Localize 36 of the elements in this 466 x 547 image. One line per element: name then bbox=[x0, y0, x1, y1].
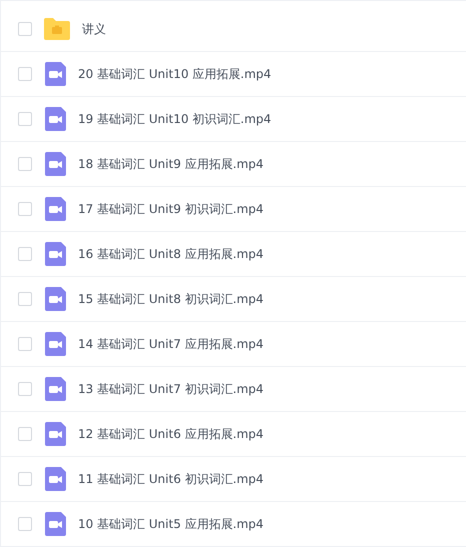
file-name[interactable]: 19 基础词汇 Unit10 初识词汇.mp4 bbox=[78, 110, 272, 128]
checkbox[interactable] bbox=[18, 22, 32, 36]
file-name[interactable]: 20 基础词汇 Unit10 应用拓展.mp4 bbox=[78, 66, 272, 82]
file-name[interactable]: 18 基础词汇 Unit9 应用拓展.mp4 bbox=[78, 156, 264, 172]
file-name[interactable]: 10 基础词汇 Unit5 应用拓展.mp4 bbox=[78, 516, 264, 532]
checkbox[interactable] bbox=[18, 382, 32, 396]
video-file-icon bbox=[45, 512, 66, 536]
file-name[interactable]: 17 基础词汇 Unit9 初识词汇.mp4 bbox=[78, 200, 264, 218]
video-file-icon bbox=[45, 152, 66, 176]
checkbox[interactable] bbox=[18, 517, 32, 531]
video-file-icon bbox=[45, 197, 66, 221]
file-name[interactable]: 11 基础词汇 Unit6 初识词汇.mp4 bbox=[78, 470, 264, 488]
video-file-icon bbox=[45, 242, 66, 266]
checkbox[interactable] bbox=[18, 157, 32, 171]
video-file-icon bbox=[45, 467, 66, 491]
checkbox[interactable] bbox=[18, 472, 32, 486]
file-name[interactable]: 16 基础词汇 Unit8 应用拓展.mp4 bbox=[78, 246, 264, 262]
checkbox[interactable] bbox=[18, 202, 32, 216]
video-file-icon bbox=[45, 422, 66, 446]
checkbox[interactable] bbox=[18, 67, 32, 81]
video-file-icon bbox=[45, 377, 66, 401]
folder-icon bbox=[44, 18, 70, 40]
file-name[interactable]: 讲义 bbox=[82, 20, 106, 38]
file-name[interactable]: 12 基础词汇 Unit6 应用拓展.mp4 bbox=[78, 426, 264, 442]
file-name[interactable]: 15 基础词汇 Unit8 初识词汇.mp4 bbox=[78, 290, 264, 308]
file-name[interactable]: 13 基础词汇 Unit7 初识词汇.mp4 bbox=[78, 380, 264, 398]
checkbox[interactable] bbox=[18, 292, 32, 306]
checkbox[interactable] bbox=[18, 247, 32, 261]
video-file-icon bbox=[45, 107, 66, 131]
video-file-icon bbox=[45, 62, 66, 86]
checkbox[interactable] bbox=[18, 337, 32, 351]
checkbox[interactable] bbox=[18, 427, 32, 441]
checkbox[interactable] bbox=[18, 112, 32, 126]
video-file-icon bbox=[45, 287, 66, 311]
video-file-icon bbox=[45, 332, 66, 356]
file-name[interactable]: 14 基础词汇 Unit7 应用拓展.mp4 bbox=[78, 336, 264, 352]
